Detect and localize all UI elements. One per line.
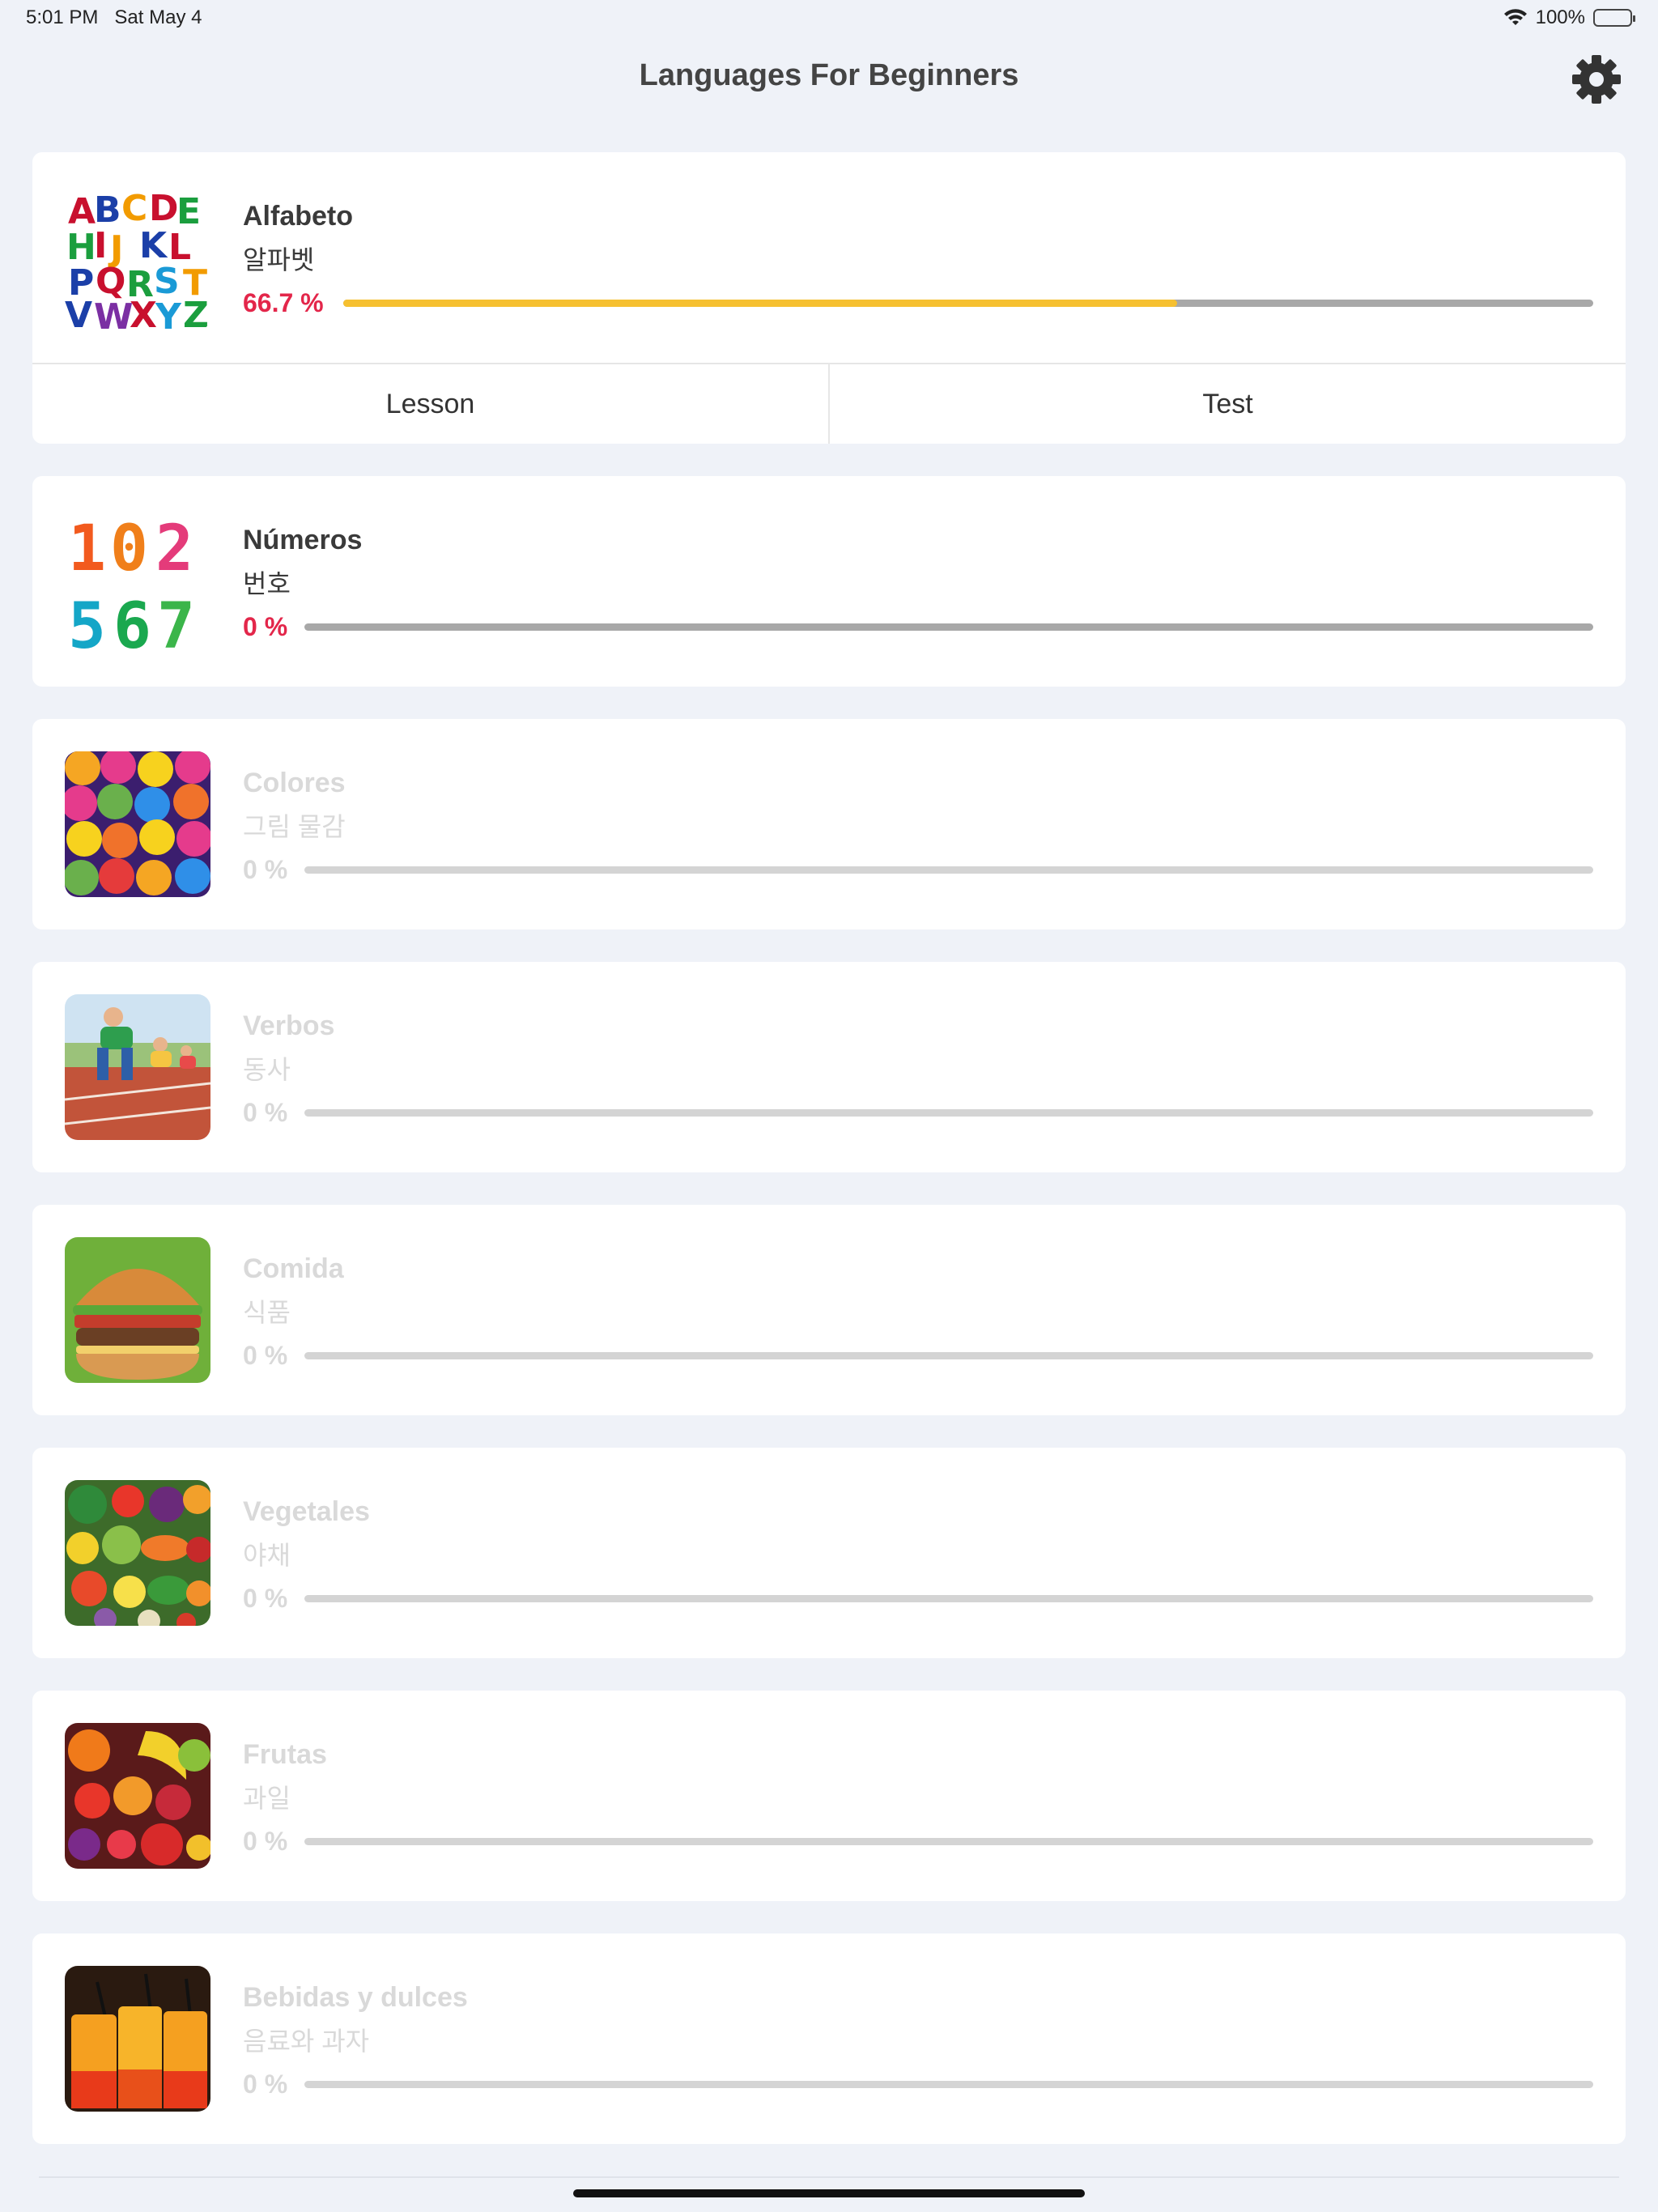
category-card-colores[interactable]: Colores 그림 물감 0 % xyxy=(32,719,1626,929)
settings-button[interactable] xyxy=(1571,53,1622,105)
category-title: Alfabeto xyxy=(243,201,353,232)
category-title: Comida xyxy=(243,1253,344,1284)
category-list: ABCDE HIJKL PQRST VWXYZ Alfabeto 알파벳 66.… xyxy=(32,152,1626,2176)
alphabet-image: ABCDE HIJKL PQRST VWXYZ xyxy=(65,185,210,330)
svg-text:Y: Y xyxy=(155,296,182,330)
category-subtitle: 식품 xyxy=(243,1298,291,1327)
drinks-image xyxy=(65,1966,210,2112)
svg-text:D: D xyxy=(149,188,179,229)
progress-bar xyxy=(304,1109,1593,1117)
progress-percent: 0 % xyxy=(243,1584,288,1613)
battery-label: 100% xyxy=(1535,6,1585,28)
svg-text:0: 0 xyxy=(110,513,148,585)
progress-bar xyxy=(304,2081,1593,2088)
lesson-button[interactable]: Lesson xyxy=(32,364,828,444)
svg-text:W: W xyxy=(94,296,134,330)
category-card-vegetales[interactable]: Vegetales 야채 0 % xyxy=(32,1448,1626,1658)
status-time: 5:01 PM Sat May 4 xyxy=(26,6,202,28)
battery-icon xyxy=(1593,9,1635,27)
progress-bar xyxy=(304,623,1593,631)
svg-text:1: 1 xyxy=(68,513,106,585)
progress-percent: 66.7 % xyxy=(243,288,324,317)
category-card-comida[interactable]: Comida 식품 0 % xyxy=(32,1205,1626,1415)
progress-percent: 0 % xyxy=(243,612,288,641)
progress-bar xyxy=(304,866,1593,874)
category-title: Vegetales xyxy=(243,1496,370,1527)
category-subtitle: 그림 물감 xyxy=(243,812,346,841)
wifi-icon xyxy=(1503,9,1527,25)
status-right: 100% xyxy=(1503,6,1635,29)
numbers-image: 1 0 2 5 6 7 xyxy=(65,508,210,654)
vegetables-image xyxy=(65,1480,210,1626)
page-title: Languages For Beginners xyxy=(639,58,1019,92)
category-subtitle: 번호 xyxy=(243,569,291,598)
fruits-image xyxy=(65,1723,210,1869)
svg-text:C: C xyxy=(121,188,147,229)
category-title: Verbos xyxy=(243,1010,335,1041)
progress-percent: 0 % xyxy=(243,2069,288,2099)
category-subtitle: 동사 xyxy=(243,1055,291,1084)
candies-image xyxy=(65,751,210,897)
progress-bar xyxy=(304,1838,1593,1845)
nav-bar: Languages For Beginners xyxy=(0,39,1658,120)
category-card-frutas[interactable]: Frutas 과일 0 % xyxy=(32,1691,1626,1901)
svg-text:V: V xyxy=(65,295,92,330)
category-subtitle: 음료와 과자 xyxy=(243,2027,370,2056)
status-bar: 5:01 PM Sat May 4 100% xyxy=(0,0,1658,39)
progress-bar xyxy=(304,1352,1593,1359)
test-button[interactable]: Test xyxy=(828,364,1626,444)
svg-text:5: 5 xyxy=(68,590,106,654)
category-subtitle: 야채 xyxy=(243,1541,291,1570)
burger-image xyxy=(65,1237,210,1383)
category-title: Colores xyxy=(243,768,346,798)
running-children-image xyxy=(65,994,210,1140)
svg-text:7: 7 xyxy=(157,590,195,654)
card-actions: Lesson Test xyxy=(32,363,1626,444)
divider xyxy=(39,2176,1619,2178)
category-card-alfabeto[interactable]: ABCDE HIJKL PQRST VWXYZ Alfabeto 알파벳 66.… xyxy=(32,152,1626,444)
category-card-numeros[interactable]: 1 0 2 5 6 7 Números 번호 0 % xyxy=(32,476,1626,687)
progress-percent: 0 % xyxy=(243,855,288,884)
gear-icon xyxy=(1572,55,1621,104)
svg-text:X: X xyxy=(130,295,157,330)
category-subtitle: 과일 xyxy=(243,1784,291,1813)
progress-percent: 0 % xyxy=(243,1341,288,1370)
svg-text:2: 2 xyxy=(155,513,193,585)
home-indicator[interactable] xyxy=(573,2189,1085,2197)
progress-bar xyxy=(343,300,1593,307)
progress-percent: 0 % xyxy=(243,1827,288,1856)
category-subtitle: 알파벳 xyxy=(243,245,315,274)
category-title: Frutas xyxy=(243,1739,327,1770)
progress-percent: 0 % xyxy=(243,1098,288,1127)
category-card-bebidas[interactable]: Bebidas y dulces 음료와 과자 0 % xyxy=(32,1933,1626,2144)
progress-bar xyxy=(304,1595,1593,1602)
progress-fill xyxy=(343,300,1177,307)
category-title: Números xyxy=(243,525,363,555)
svg-text:Z: Z xyxy=(183,295,209,330)
svg-text:6: 6 xyxy=(113,590,151,654)
category-title: Bebidas y dulces xyxy=(243,1982,468,2013)
category-card-verbos[interactable]: Verbos 동사 0 % xyxy=(32,962,1626,1172)
